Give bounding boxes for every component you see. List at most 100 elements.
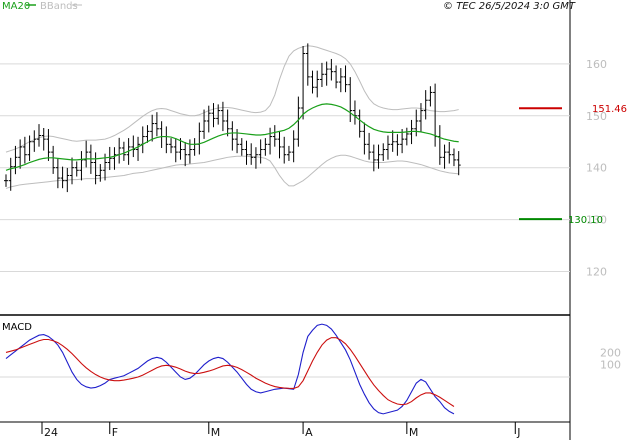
price-bar [121, 141, 126, 161]
time-tick-label: F [112, 426, 118, 439]
price-bar [282, 136, 287, 164]
price-bar [112, 147, 117, 170]
price-bar [437, 125, 442, 165]
price-bar [367, 132, 372, 160]
time-tick-label: M [409, 426, 419, 439]
price-bar [27, 135, 32, 161]
price-bar [13, 145, 18, 175]
chart-credit: © TEC 26/5/2024 3:0 GMT [443, 1, 576, 12]
price-bar [187, 139, 192, 164]
price-bar [428, 86, 433, 107]
price-bar [197, 122, 202, 155]
price-bar [18, 139, 23, 169]
price-bar [79, 151, 84, 181]
price-bar [414, 109, 419, 137]
price-bar [447, 142, 452, 164]
price-bar [192, 138, 197, 156]
price-bar [381, 143, 386, 161]
price-bar [8, 157, 13, 191]
price-bar [159, 121, 164, 148]
price-bar [164, 126, 169, 154]
price-bar [22, 136, 27, 164]
price-bar [362, 122, 367, 155]
price-bar [117, 137, 122, 164]
price-bar [140, 126, 145, 154]
price-bar [107, 146, 112, 171]
price-bar [51, 145, 56, 174]
price-bar [46, 129, 51, 161]
price-bar [433, 83, 438, 147]
price-bar [249, 143, 254, 165]
price-bar [131, 135, 136, 158]
price-bar [202, 109, 207, 139]
price-bar [376, 144, 381, 169]
price-bar [74, 161, 79, 177]
time-tick-label: 24 [44, 426, 58, 439]
time-tick-label: M [211, 426, 221, 439]
stock-chart: 16015014013012020010024 F M A M J151.46130.10… [0, 0, 627, 440]
price-bar [70, 157, 75, 185]
macd-tick-label: 200 [600, 346, 621, 359]
price-bar [305, 43, 310, 86]
legend-bbands: BBands [40, 1, 78, 12]
price-bar [418, 103, 423, 133]
price-bar [343, 65, 348, 93]
price-bar [404, 127, 409, 146]
price-bar [390, 130, 395, 152]
price-bar [150, 114, 155, 142]
price-bar [263, 138, 268, 156]
price-bar [244, 140, 249, 165]
price-tick-label: 160 [586, 58, 607, 71]
price-bar [183, 142, 188, 167]
macd-line [5, 323, 455, 415]
price-bar [98, 164, 103, 182]
price-bar [301, 45, 306, 120]
price-bar [352, 100, 357, 125]
macd-tick-label: 100 [600, 359, 621, 372]
price-bar [173, 138, 178, 163]
price-bar [220, 101, 225, 132]
price-bar [268, 127, 273, 155]
price-bar [442, 144, 447, 169]
price-bar [253, 147, 258, 169]
price-bar [385, 135, 390, 160]
price-tick-label: 120 [586, 265, 607, 278]
price-bar [55, 158, 60, 189]
macd-panel-label: MACD [2, 322, 32, 333]
price-bar [84, 140, 89, 168]
price-bar [4, 174, 8, 187]
price-bar [145, 125, 150, 143]
price-bar [338, 68, 343, 93]
price-bar [169, 138, 174, 154]
price-bar [230, 121, 235, 151]
price-bar [291, 130, 296, 163]
price-bar [329, 58, 334, 81]
price-bar [41, 127, 46, 151]
price-bar [258, 139, 263, 164]
price-bar [37, 124, 42, 147]
price-bar [211, 103, 216, 128]
price-bar [310, 70, 315, 94]
price-bar [423, 90, 428, 120]
price-bar [32, 130, 37, 152]
time-tick-label: A [305, 426, 313, 439]
resistance-level-label: 151.46 [592, 104, 627, 115]
time-tick-label: J [516, 426, 520, 439]
price-tick-label: 140 [586, 162, 607, 175]
price-bar [334, 65, 339, 89]
price-bar [277, 131, 282, 159]
price-bar [286, 145, 291, 161]
price-bar [315, 70, 320, 98]
price-bar [136, 136, 141, 161]
price-bar [451, 148, 456, 167]
price-bar [225, 109, 230, 137]
price-bar [357, 109, 362, 138]
price-bar [395, 134, 400, 156]
price-bar [348, 77, 353, 123]
price-bar [60, 166, 65, 189]
price-bar [239, 138, 244, 156]
support-level-label: 130.10 [568, 215, 603, 226]
price-bar [456, 151, 461, 176]
macd-signal-line [5, 337, 455, 407]
price-bar [324, 61, 329, 86]
